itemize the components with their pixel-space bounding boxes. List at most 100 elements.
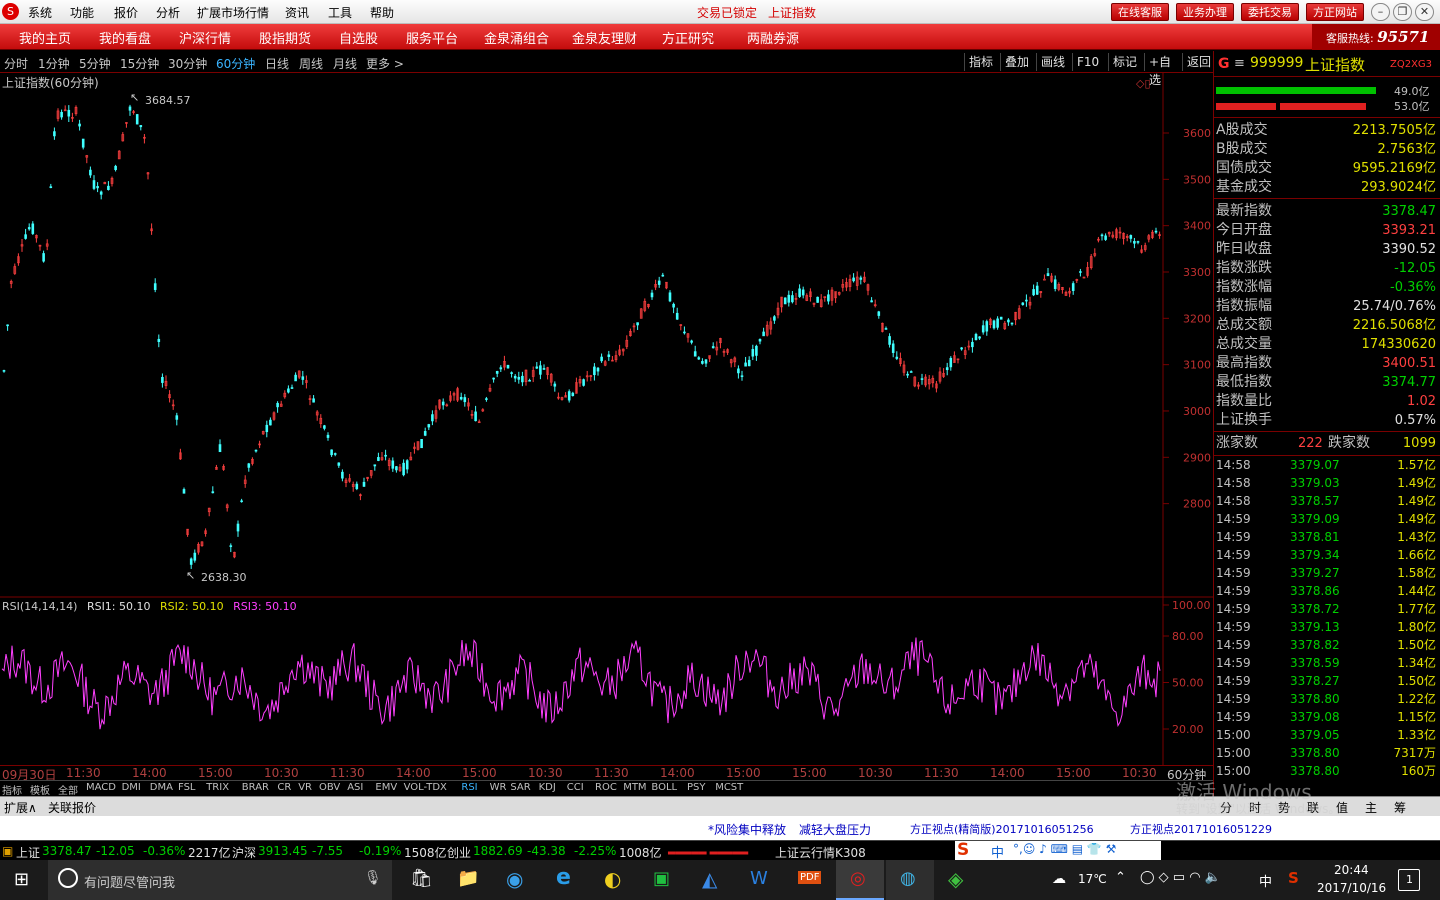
period-more[interactable]: 更多 > [366, 55, 404, 72]
expand-toggle[interactable]: 扩展∧ [4, 799, 37, 816]
indicator-tab-全部[interactable]: 全部 [58, 782, 78, 797]
tray-icons[interactable]: ◯ ◇ ▭ ◠ 🔈 [1140, 870, 1221, 885]
menu-analysis[interactable]: 分析 [156, 4, 180, 21]
entrust-trade-button[interactable]: 委托交易 [1241, 3, 1299, 21]
news-link-3[interactable]: 方正视点(精简版)20171016051256 [910, 821, 1094, 837]
indicator-tab-mtm[interactable]: MTM [623, 782, 646, 793]
side-tab[interactable]: 主 [1365, 799, 1377, 816]
ime-mode[interactable]: 中 [991, 842, 1004, 861]
tool-indicator[interactable]: 指标 [964, 53, 998, 71]
windows-start-icon[interactable]: ⊞ [14, 869, 29, 890]
ticker-name[interactable]: 创业 [447, 844, 471, 861]
weather-icon[interactable]: ☁ [1052, 871, 1066, 887]
action-center-icon[interactable]: 1 [1398, 869, 1420, 891]
ime-tools-icon[interactable]: °,☺ ♪ ⌨ ▤ 👕 ⚒ [1013, 842, 1116, 856]
nav-my-watch[interactable]: 我的看盘 [99, 28, 151, 47]
period-weekly[interactable]: 周线 [299, 55, 323, 72]
indicator-tab-kdj[interactable]: KDJ [539, 782, 556, 793]
menu-tools[interactable]: 工具 [328, 4, 352, 21]
indicator-tab-emv[interactable]: EMV [375, 782, 397, 793]
menu-icon[interactable]: ≡ [1234, 56, 1245, 71]
nav-home[interactable]: 我的主页 [19, 28, 71, 47]
restore-icon[interactable]: ❐ [1393, 3, 1412, 21]
indicator-tab-vol-tdx[interactable]: VOL-TDX [404, 782, 447, 793]
chart-options-icon[interactable]: ◇▯ [1136, 77, 1151, 90]
sogou-icon[interactable]: S [957, 840, 969, 860]
indicator-tab-模板[interactable]: 模板 [30, 782, 50, 797]
tool-mark[interactable]: 标记 [1108, 53, 1142, 71]
menu-help[interactable]: 帮助 [370, 4, 394, 21]
indicator-tab-obv[interactable]: OBV [319, 782, 340, 793]
active-app-slot[interactable]: ◎ [836, 860, 884, 900]
kline-chart-svg[interactable]: 上证指数(60分钟) ◇▯ 3600 3500 3400 3300 3200 3100 30… [0, 73, 1213, 765]
related-quote-tab[interactable]: 关联报价 [48, 799, 96, 816]
period-30min[interactable]: 30分钟 [168, 55, 207, 72]
nav-margin[interactable]: 两融券源 [747, 28, 799, 47]
app-icon-blue[interactable]: ◭ [702, 867, 717, 891]
period-1min[interactable]: 1分钟 [38, 55, 70, 72]
period-daily[interactable]: 日线 [265, 55, 289, 72]
app-slot-2[interactable]: ◍ [886, 860, 934, 900]
clock-time[interactable]: 20:44 [1334, 863, 1369, 877]
ie-icon[interactable]: ◉ [506, 867, 523, 891]
pdf-icon[interactable]: PDF [798, 871, 822, 884]
indicator-tab-psy[interactable]: PSY [687, 782, 706, 793]
indicator-tab-asi[interactable]: ASI [347, 782, 363, 793]
minimize-icon[interactable]: – [1371, 3, 1390, 21]
period-monthly[interactable]: 月线 [333, 55, 357, 72]
nav-futures[interactable]: 股指期货 [259, 28, 311, 47]
nav-portfolio[interactable]: 金泉涌组合 [484, 28, 549, 47]
news-link-1[interactable]: *风险集中释放 [708, 821, 786, 838]
app-icon-cyan[interactable]: ◍ [900, 868, 916, 889]
nav-service[interactable]: 服务平台 [406, 28, 458, 47]
indicator-tab-roc[interactable]: ROC [595, 782, 617, 793]
news-link-2[interactable]: 减轻大盘压力 [799, 821, 871, 838]
indicator-tab-指标[interactable]: 指标 [2, 782, 22, 797]
indicator-tab-wr[interactable]: WR [490, 782, 507, 793]
indicator-tab-cr[interactable]: CR [277, 782, 291, 793]
menu-extended-market[interactable]: 扩展市场行情 [197, 4, 269, 21]
website-button[interactable]: 方正网站 [1306, 3, 1364, 21]
store-icon[interactable]: 🛍 [410, 868, 433, 889]
nav-wealth[interactable]: 金泉友理财 [572, 28, 637, 47]
wps-icon[interactable]: W [750, 868, 768, 889]
tool-f10[interactable]: F10 [1072, 53, 1106, 71]
nav-market[interactable]: 沪深行情 [179, 28, 231, 47]
app-icon-green[interactable]: ▣ [653, 868, 670, 889]
indicator-tab-boll[interactable]: BOLL [651, 782, 677, 793]
indicator-tab-dma[interactable]: DMA [150, 782, 173, 793]
app-icon-globe[interactable]: ◈ [948, 867, 963, 891]
ime-indicator[interactable]: 中 [1259, 871, 1272, 890]
online-service-button[interactable]: 在线客服 [1111, 3, 1169, 21]
period-intraday[interactable]: 分时 [4, 55, 28, 72]
indicator-tab-vr[interactable]: VR [298, 782, 312, 793]
indicator-tab-rsi[interactable]: RSI [461, 782, 477, 793]
period-60min[interactable]: 60分钟 [216, 55, 255, 72]
explorer-icon[interactable]: 📁 [457, 868, 479, 889]
edge-icon[interactable]: e [556, 865, 571, 890]
menu-quote[interactable]: 报价 [114, 4, 138, 21]
clock-date[interactable]: 2017/10/16 [1317, 881, 1386, 895]
tool-draw[interactable]: 画线 [1036, 53, 1070, 71]
ticker-name[interactable]: 沪深 [232, 844, 256, 861]
app-icon-yellow[interactable]: ◐ [604, 867, 621, 891]
indicator-tab-mcst[interactable]: MCST [715, 782, 743, 793]
period-15min[interactable]: 15分钟 [120, 55, 159, 72]
founder-app-icon[interactable]: ◎ [850, 868, 866, 889]
sogou-tray-icon[interactable]: S [1288, 869, 1299, 887]
tool-add-watch[interactable]: +自选 [1144, 53, 1180, 87]
g-icon[interactable]: G [1218, 56, 1230, 72]
side-tab[interactable]: 筹 [1394, 799, 1406, 816]
menu-function[interactable]: 功能 [70, 4, 94, 21]
tray-chevron-icon[interactable]: ⌃ [1115, 870, 1126, 885]
ime-toolbar[interactable]: S 中 °,☺ ♪ ⌨ ▤ 👕 ⚒ [955, 840, 1161, 861]
indicator-tab-dmi[interactable]: DMI [122, 782, 141, 793]
nav-research[interactable]: 方正研究 [662, 28, 714, 47]
tool-overlay[interactable]: 叠加 [1000, 53, 1034, 71]
indicator-tab-sar[interactable]: SAR [510, 782, 530, 793]
cortana-search[interactable]: 有问题尽管问我 🎙 [48, 860, 392, 900]
indicator-tab-trix[interactable]: TRIX [206, 782, 229, 793]
period-5min[interactable]: 5分钟 [79, 55, 111, 72]
menu-system[interactable]: 系统 [28, 4, 52, 21]
indicator-tab-fsl[interactable]: FSL [178, 782, 196, 793]
